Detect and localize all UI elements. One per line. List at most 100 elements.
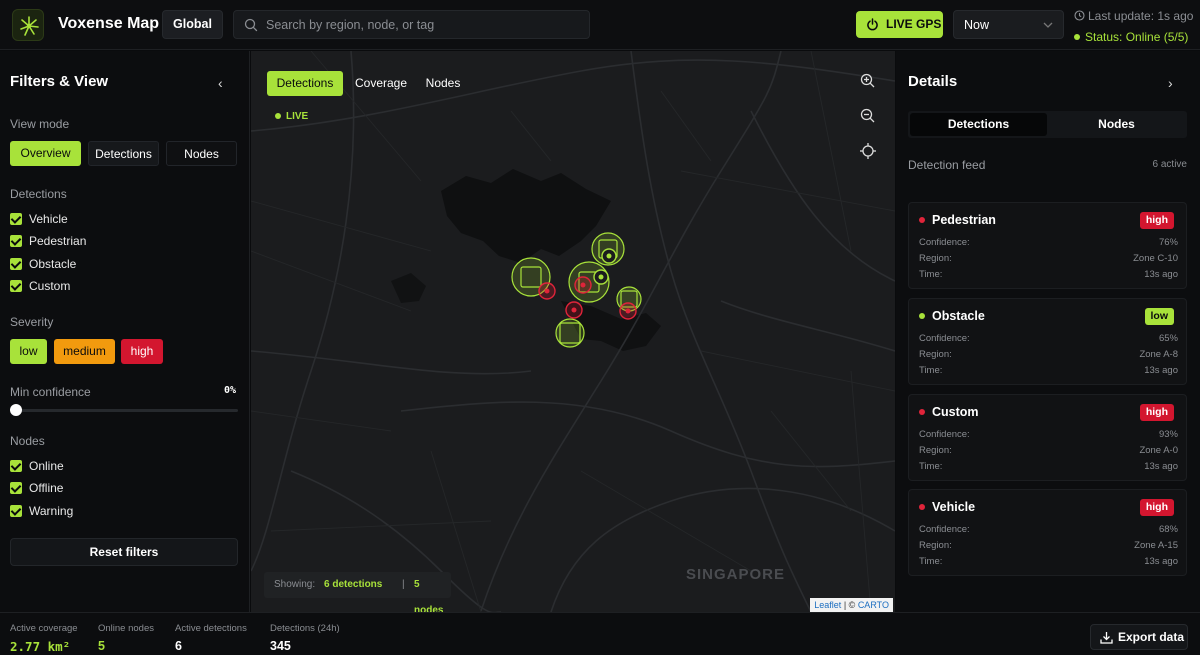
chevron-down-icon <box>1043 22 1053 28</box>
severity-high-chip[interactable]: high <box>121 339 163 364</box>
stat-label: Active detections <box>175 623 247 634</box>
detection-card[interactable]: Custom high Confidence: 93% Region: Zone A-0 T… <box>908 394 1187 481</box>
time-row: Time: 13s ago <box>919 269 1178 280</box>
stat-active-detections: Active detections 6 <box>175 623 247 653</box>
region-row: Region: Zone A-15 <box>919 540 1178 551</box>
checkbox-label: Custom <box>29 279 71 293</box>
stat-value: 6 <box>175 639 182 653</box>
severity-medium-chip[interactable]: medium <box>54 339 115 364</box>
confidence-row: Confidence: 76% <box>919 237 1178 248</box>
check-icon <box>10 235 22 247</box>
stat-label: Online nodes <box>98 623 154 634</box>
view-mode-nodes[interactable]: Nodes <box>166 141 237 166</box>
showing-nodes: 5 nodes <box>414 579 444 612</box>
last-update: Last update: 1s ago <box>1074 9 1193 23</box>
reset-filters-button[interactable]: Reset filters <box>10 538 238 566</box>
map-canvas[interactable]: Detections Coverage Nodes LIVE SINGAPORE… <box>251 51 895 612</box>
view-mode-detections[interactable]: Detections <box>88 141 159 166</box>
carto-link[interactable]: CARTO <box>858 600 889 610</box>
detection-feed-label: Detection feed <box>908 158 986 172</box>
details-tab-nodes[interactable]: Nodes <box>1048 113 1185 136</box>
checkbox-offline[interactable]: Offline <box>10 481 63 495</box>
status-block: Last update: 1s ago Status: Online (5/5) <box>1074 9 1193 44</box>
brand-name: Voxense Map <box>58 15 160 32</box>
map-tab-nodes[interactable]: Nodes <box>419 71 467 96</box>
detection-feed-header: Detection feed 6 active <box>908 158 1187 172</box>
time-select[interactable]: Now <box>953 10 1064 39</box>
row-value: 76% <box>1158 237 1178 248</box>
search-icon <box>244 18 258 32</box>
detection-feed-count: 6 active <box>1152 159 1187 170</box>
checkbox-online[interactable]: Online <box>10 459 64 473</box>
severity-dot <box>919 313 925 319</box>
search-placeholder: Search by region, node, or tag <box>266 18 435 32</box>
attribution-separator: | © <box>843 600 856 610</box>
logo <box>12 9 44 41</box>
top-bar: Voxense Map Global Search by region, nod… <box>0 0 1200 50</box>
region-row: Region: Zone A-0 <box>919 445 1178 456</box>
details-tab-detections[interactable]: Detections <box>910 113 1047 136</box>
severity-low-chip[interactable]: low <box>10 339 47 364</box>
detection-card[interactable]: Pedestrian high Confidence: 76% Region: Zone … <box>908 202 1187 289</box>
checkbox-label: Online <box>29 459 64 473</box>
search-input[interactable]: Search by region, node, or tag <box>233 10 590 39</box>
zoom-out-icon[interactable] <box>859 107 877 125</box>
row-value: Zone C-10 <box>1133 253 1178 264</box>
global-scope-button[interactable]: Global <box>162 10 223 39</box>
time-select-value: Now <box>964 18 990 32</box>
confidence-slider-track[interactable] <box>16 409 238 412</box>
export-data-button[interactable]: Export data <box>1090 624 1188 650</box>
locate-icon[interactable] <box>859 142 877 160</box>
detection-card[interactable]: Obstacle low Confidence: 65% Region: Zone A-8… <box>908 298 1187 385</box>
checkbox-label: Offline <box>29 481 64 495</box>
map-tab-coverage[interactable]: Coverage <box>349 71 413 96</box>
severity-badge: high <box>1139 404 1174 421</box>
region-row: Region: Zone A-8 <box>919 349 1178 360</box>
row-label: Confidence: <box>919 333 970 344</box>
row-label: Time: <box>919 556 943 567</box>
confidence-row: Confidence: 93% <box>919 429 1178 440</box>
stat-detections-24h: Detections (24h) 345 <box>270 623 340 653</box>
checkbox-vehicle[interactable]: Vehicle <box>10 212 68 226</box>
collapse-left-icon[interactable]: ‹ <box>218 75 223 91</box>
showing-label: Showing: <box>274 579 316 590</box>
map-basemap <box>251 51 895 612</box>
row-label: Confidence: <box>919 524 970 535</box>
map-attribution: Leaflet | © CARTO <box>810 598 893 612</box>
region-row: Region: Zone C-10 <box>919 253 1178 264</box>
row-value: Zone A-15 <box>1134 540 1178 551</box>
last-update-text: Last update: 1s ago <box>1088 9 1194 23</box>
confidence-row: Confidence: 65% <box>919 333 1178 344</box>
view-mode-label: View mode <box>10 117 70 131</box>
check-icon <box>10 460 22 472</box>
row-value: 93% <box>1158 429 1178 440</box>
view-mode-overview[interactable]: Overview <box>10 141 81 166</box>
checkbox-label: Pedestrian <box>29 234 87 248</box>
checkbox-obstacle[interactable]: Obstacle <box>10 257 76 271</box>
stat-value: 2.77 km² <box>10 639 71 654</box>
row-label: Time: <box>919 461 943 472</box>
confidence-slider-thumb[interactable] <box>10 404 22 416</box>
map-tab-detections[interactable]: Detections <box>267 71 343 96</box>
stat-active-coverage: Active coverage 2.77 km² <box>10 623 78 654</box>
checkbox-warning[interactable]: Warning <box>10 504 73 518</box>
check-icon <box>10 505 22 517</box>
collapse-right-icon[interactable]: › <box>1168 75 1173 91</box>
zoom-in-icon[interactable] <box>859 72 877 90</box>
check-icon <box>10 280 22 292</box>
detections-filter-label: Detections <box>10 187 67 201</box>
checkbox-custom[interactable]: Custom <box>10 279 70 293</box>
detection-card[interactable]: Vehicle high Confidence: 68% Region: Zone A-1… <box>908 489 1187 576</box>
live-gps-button[interactable]: LIVE GPS <box>856 11 943 38</box>
details-title: Details <box>908 73 958 90</box>
row-value: 13s ago <box>1144 269 1178 280</box>
confidence-row: Confidence: 68% <box>919 524 1178 535</box>
row-value: 13s ago <box>1144 461 1178 472</box>
row-label: Region: <box>919 253 952 264</box>
row-label: Region: <box>919 349 952 360</box>
checkbox-pedestrian[interactable]: Pedestrian <box>10 234 86 248</box>
time-row: Time: 13s ago <box>919 365 1178 376</box>
city-label: SINGAPORE <box>686 566 786 583</box>
stat-value: 345 <box>270 639 291 653</box>
leaflet-link[interactable]: Leaflet <box>814 600 841 610</box>
